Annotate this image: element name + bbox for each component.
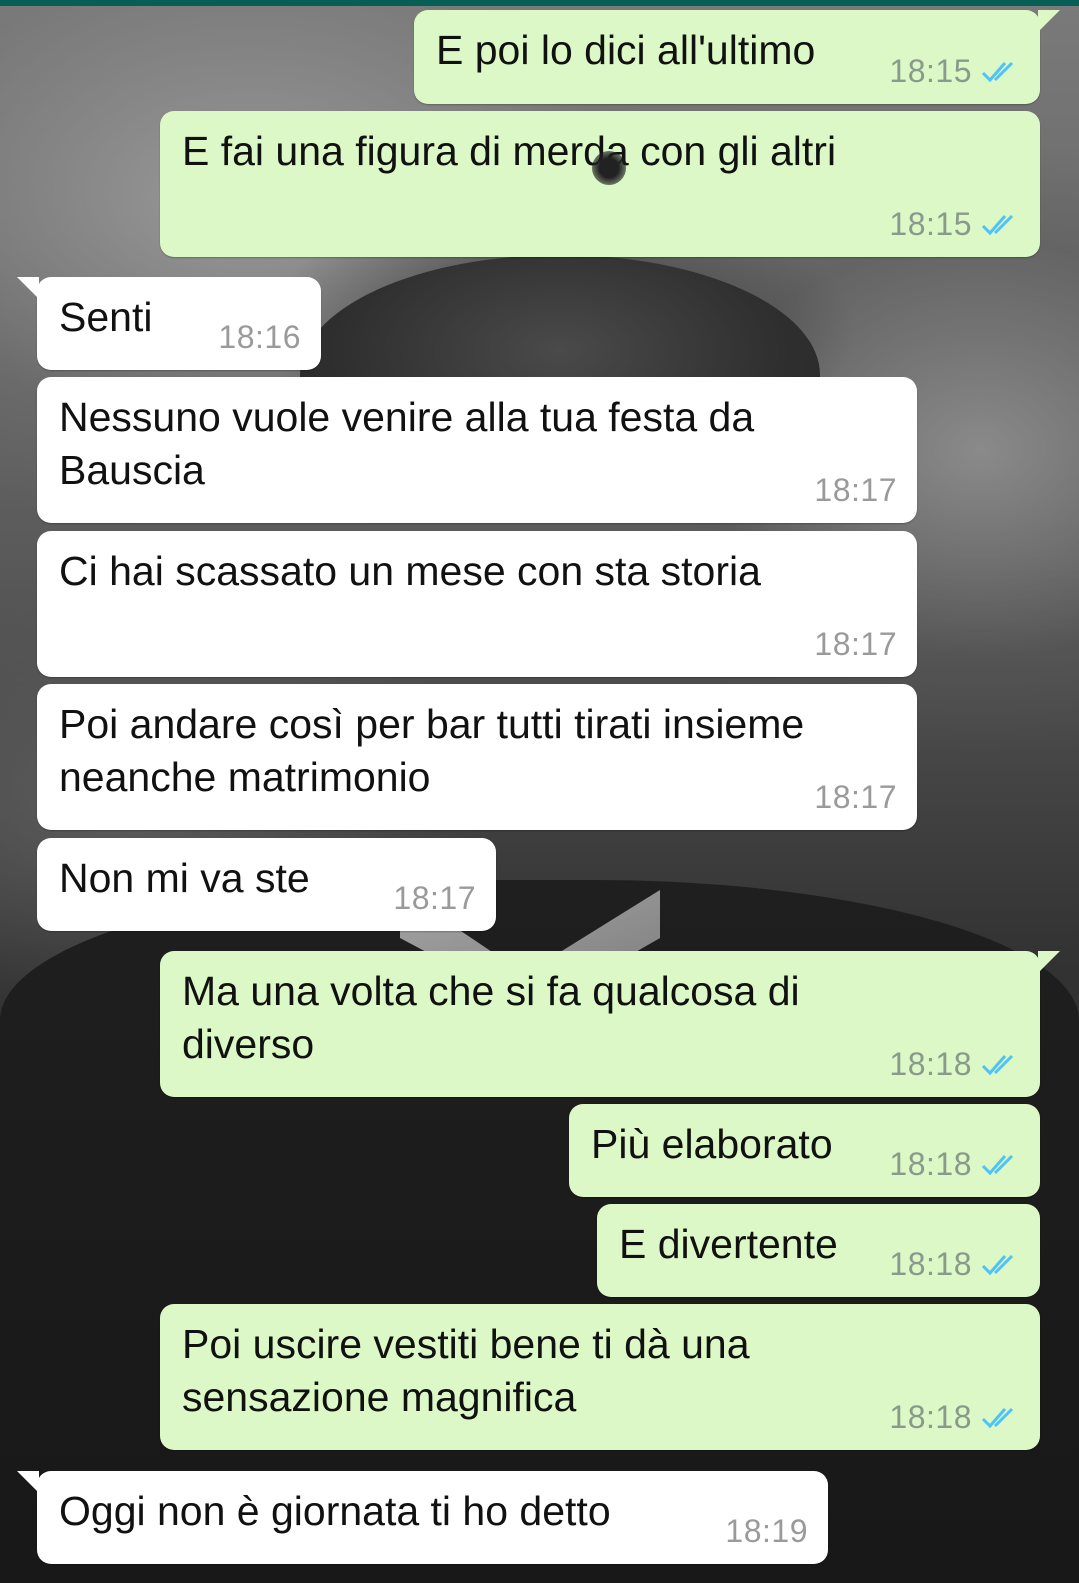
message-outgoing[interactable]: Poi uscire vestiti bene ti dà una sensaz… [160,1304,1040,1450]
message-meta: 18:15 [889,206,1020,243]
message-meta: 18:16 [218,319,301,356]
message-time: 18:16 [218,319,301,355]
message-outgoing[interactable]: Più elaborato 18:18 [569,1104,1040,1197]
message-time: 18:17 [814,779,897,815]
message-time: 18:18 [889,1146,972,1182]
message-meta: 18:17 [814,779,897,816]
message-text-line: Poi uscire vestiti bene ti dà una [182,1321,750,1367]
message-text: Oggi non è giornata ti ho detto [59,1488,611,1534]
message-time: 18:17 [814,626,897,662]
message-text: Ci hai scassato un mese con sta storia [59,548,761,594]
message-meta: 18:18 [889,1246,1020,1283]
message-time: 18:17 [393,880,476,916]
message-time: 18:15 [889,53,972,89]
message-text-line: Bauscia [59,447,205,493]
message-incoming[interactable]: Nessuno vuole venire alla tua festa da B… [37,377,917,523]
message-meta: 18:17 [393,880,476,917]
double-check-icon [981,1054,1014,1075]
message-text-line: Nessuno vuole venire alla tua festa da [59,394,755,440]
double-check-icon [981,214,1014,235]
message-outgoing[interactable]: E fai una figura di merda con gli altri … [160,111,1040,257]
double-check-icon [981,1254,1014,1275]
message-meta: 18:19 [725,1513,808,1550]
message-incoming[interactable]: Ci hai scassato un mese con sta storia 1… [37,531,917,677]
message-time: 18:18 [889,1246,972,1282]
message-time: 18:15 [889,206,972,242]
message-time: 18:17 [814,472,897,508]
message-outgoing[interactable]: Ma una volta che si fa qualcosa di diver… [160,951,1060,1097]
message-text-line: Ma una volta che si fa qualcosa di [182,968,800,1014]
message-incoming[interactable]: Senti 18:16 [17,277,321,370]
message-text-line: Poi andare così per bar tutti tirati ins… [59,701,805,747]
message-incoming[interactable]: Poi andare così per bar tutti tirati ins… [37,684,917,830]
message-time: 18:18 [889,1046,972,1082]
message-text-line: neanche matrimonio [59,754,431,800]
censor-blot [592,151,626,185]
double-check-icon [981,61,1014,82]
message-meta: 18:18 [889,1146,1020,1183]
message-incoming[interactable]: Oggi non è giornata ti ho detto 18:19 [17,1471,828,1564]
message-meta: 18:15 [889,53,1020,90]
message-meta: 18:18 [889,1046,1020,1083]
double-check-icon [981,1407,1014,1428]
message-incoming[interactable]: Non mi va ste 18:17 [37,838,496,931]
message-outgoing[interactable]: E poi lo dici all'ultimo 18:15 [414,10,1060,104]
header-edge [0,0,1079,6]
message-meta: 18:17 [814,472,897,509]
message-meta: 18:17 [814,626,897,663]
message-meta: 18:18 [889,1399,1020,1436]
message-outgoing[interactable]: E divertente 18:18 [597,1204,1040,1297]
double-check-icon [981,1154,1014,1175]
message-time: 18:19 [725,1513,808,1549]
message-time: 18:18 [889,1399,972,1435]
